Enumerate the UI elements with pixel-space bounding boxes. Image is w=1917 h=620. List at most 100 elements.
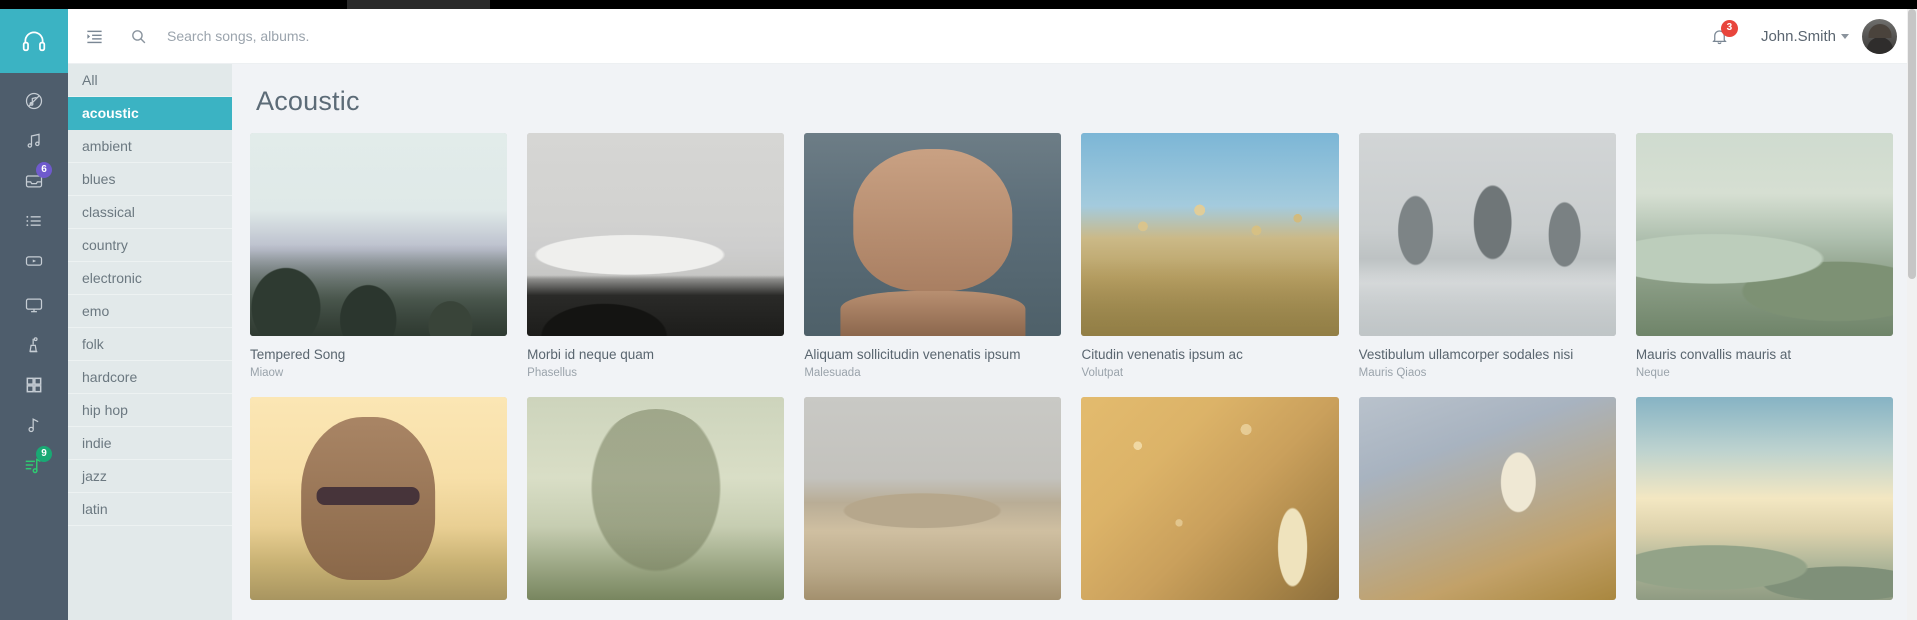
rail-item-grid[interactable] [0,365,68,405]
chevron-down-icon [1841,34,1849,40]
genre-item-ambient[interactable]: ambient [68,130,232,163]
artwork-image [1635,397,1893,601]
album-title: Morbi id neque quam [527,347,654,362]
album-artwork[interactable] [1081,133,1339,336]
album-grid: Tempered Song Miaow Morbi id neque quam Pha… [250,133,1893,601]
artwork-image [804,133,1062,336]
vertical-scrollbar[interactable] [1907,9,1917,620]
genre-label: acoustic [82,105,139,121]
genre-item-emo[interactable]: emo [68,295,232,328]
genre-label: folk [82,336,104,352]
search-icon[interactable] [130,28,147,45]
artwork-image [250,133,508,336]
genre-label: indie [82,435,112,451]
album-artwork[interactable] [250,133,508,336]
browser-tab[interactable] [347,0,490,9]
genre-item-electronic[interactable]: electronic [68,262,232,295]
album-artwork[interactable] [527,133,785,336]
artwork-image [1358,397,1616,601]
rail-item-inbox[interactable]: 6 [0,161,68,201]
genre-item-folk[interactable]: folk [68,328,232,361]
header-right: 3 John.Smith [1697,18,1917,54]
album-card[interactable]: Citudin venenatis ipsum ac Volutpat [1081,133,1339,380]
genre-label: blues [82,171,116,187]
genre-item-classical[interactable]: classical [68,196,232,229]
main-content: Acoustic Tempered Song Miaow Morbi id nequ… [232,64,1917,620]
genre-item-country[interactable]: country [68,229,232,262]
album-card[interactable] [1635,397,1893,601]
genre-item-All[interactable]: All [68,64,232,97]
rail-item-list[interactable] [0,201,68,241]
user-menu[interactable]: John.Smith [1761,28,1849,45]
album-artwork[interactable] [1081,397,1339,601]
artwork-image [804,397,1062,601]
album-artist: Volutpat [1081,367,1124,380]
notification-badge: 3 [1720,19,1738,37]
rail-item-equalizer-note[interactable]: 9 [0,445,68,485]
scrollbar-thumb[interactable] [1908,9,1916,279]
genre-item-latin[interactable]: latin [68,493,232,526]
album-artwork[interactable] [804,133,1062,336]
inbox-badge: 6 [36,162,52,178]
album-title: Mauris convallis mauris at [1635,347,1792,362]
album-card[interactable] [250,397,508,601]
genre-label: latin [82,501,108,517]
album-card[interactable] [1081,397,1339,601]
genre-label: electronic [82,270,142,286]
album-artist: Mauris Qiaos [1358,367,1427,380]
search-area [130,28,1697,45]
rail-item-music-note[interactable] [0,405,68,445]
album-card[interactable] [1358,397,1616,601]
artwork-image [527,133,785,336]
album-card[interactable] [527,397,785,601]
genre-item-acoustic[interactable]: acoustic [68,97,232,130]
browser-chrome-strip [0,0,1917,9]
page-title: Acoustic [256,86,360,116]
album-artwork[interactable] [1635,133,1893,336]
album-title: Tempered Song [250,347,346,362]
search-input[interactable] [167,28,767,44]
album-artist: Neque [1635,367,1670,380]
album-artist: Miaow [250,367,284,380]
brand-headphones-icon[interactable] [0,9,68,73]
genre-item-jazz[interactable]: jazz [68,460,232,493]
genre-label: emo [82,303,110,319]
genre-sidebar: All acoustic ambient blues classical country e… [68,64,232,620]
album-title: Citudin venenatis ipsum ac [1081,347,1243,362]
artwork-image [1358,133,1616,336]
genre-label: All [82,72,98,88]
album-card[interactable]: Mauris convallis mauris at Neque [1635,133,1893,380]
album-artwork[interactable] [250,397,508,601]
rail-item-microphone[interactable] [0,325,68,365]
artwork-image [1635,133,1893,336]
rail-item-monitor[interactable] [0,285,68,325]
equalizer-badge: 9 [36,446,52,462]
album-card[interactable] [804,397,1062,601]
rail-item-no-music[interactable] [0,81,68,121]
album-card[interactable]: Morbi id neque quam Phasellus [527,133,785,380]
genre-label: hardcore [82,369,138,385]
rail-item-music-double[interactable] [0,121,68,161]
album-artwork[interactable] [1635,397,1893,601]
album-title: Vestibulum ullamcorper sodales nisi [1358,347,1574,362]
genre-item-hip-hop[interactable]: hip hop [68,394,232,427]
sidebar-toggle-icon[interactable] [68,27,120,46]
album-artist: Phasellus [527,367,578,380]
bell-icon[interactable]: 3 [1697,19,1743,46]
genre-item-blues[interactable]: blues [68,163,232,196]
genre-item-indie[interactable]: indie [68,427,232,460]
artwork-image [1081,397,1339,601]
user-name-label: John.Smith [1760,27,1836,45]
album-artwork[interactable] [1358,133,1616,336]
album-card[interactable]: Aliquam sollicitudin venenatis ipsum Male… [804,133,1062,380]
album-artwork[interactable] [1358,397,1616,601]
album-card[interactable]: Vestibulum ullamcorper sodales nisi Mauri… [1358,133,1616,380]
album-artist: Malesuada [804,367,861,380]
genre-label: jazz [82,468,107,484]
album-artwork[interactable] [804,397,1062,601]
avatar[interactable] [1862,18,1897,54]
album-artwork[interactable] [527,397,785,601]
rail-item-video-play[interactable] [0,241,68,281]
album-card[interactable]: Tempered Song Miaow [250,133,508,380]
genre-item-hardcore[interactable]: hardcore [68,361,232,394]
